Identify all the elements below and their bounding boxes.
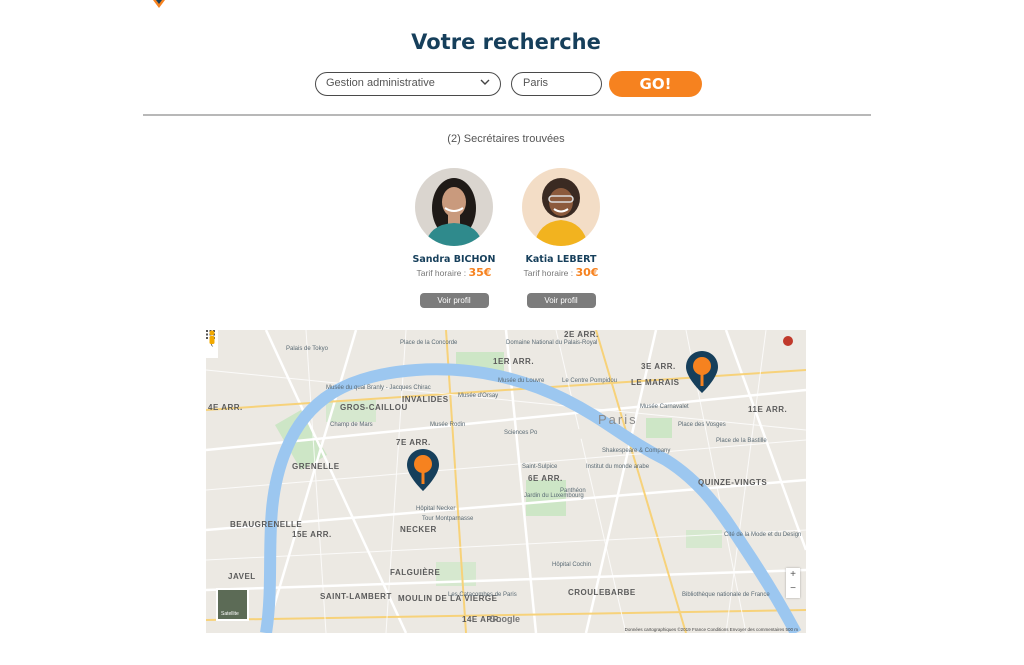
district-label: CROULEBARBE: [568, 588, 636, 597]
rate-price: 30€: [575, 266, 599, 279]
place-label: Sciences Po: [504, 430, 538, 436]
district-label: 6E ARR.: [528, 474, 563, 483]
place-label: Champ de Mars: [330, 422, 373, 428]
page-title: Votre recherche: [411, 30, 601, 54]
divider: [143, 114, 871, 116]
place-label: Palais de Tokyo: [286, 346, 328, 352]
chevron-down-icon: [480, 79, 490, 85]
satellite-toggle[interactable]: Satellite: [216, 588, 249, 621]
result-rate: Tarif horaire : 30€: [501, 266, 621, 279]
results-count: (2) Secrétaires trouvées: [447, 133, 565, 145]
zoom-in-button[interactable]: +: [786, 568, 800, 582]
place-label: Musée du Louvre: [498, 378, 545, 384]
district-label: SAINT-LAMBERT: [320, 592, 392, 601]
city-input-value: Paris: [523, 77, 549, 89]
place-label: Place de la Bastille: [716, 438, 767, 444]
place-label: Place de la Concorde: [400, 340, 458, 346]
go-button[interactable]: GO!: [609, 71, 702, 97]
place-label: Panthéon: [560, 488, 586, 494]
rate-price: 35€: [468, 266, 492, 279]
district-label: LE MARAIS: [631, 378, 680, 387]
district-label: FALGUIÈRE: [390, 568, 441, 577]
place-label: Hôpital Cochin: [552, 562, 592, 568]
rate-label: Tarif horaire :: [523, 268, 574, 278]
place-label: Shakespeare & Company: [602, 448, 671, 454]
district-label: 4E ARR.: [208, 403, 243, 412]
place-label: Le Centre Pompidou: [562, 378, 618, 384]
zoom-out-button[interactable]: −: [786, 582, 800, 596]
logo-icon[interactable]: [150, 0, 168, 8]
view-profile-button[interactable]: Voir profil: [419, 293, 489, 308]
result-card: Katia LEBERT Tarif horaire : 30€ Voir pr…: [501, 168, 621, 308]
city-input[interactable]: Paris: [511, 72, 602, 96]
result-card: Sandra BICHON Tarif horaire : 35€ Voir p…: [394, 168, 514, 308]
district-label: 2E ARR.: [564, 330, 599, 339]
district-label: NECKER: [400, 525, 437, 534]
place-label: Musée d'Orsay: [458, 393, 499, 399]
district-label: 1ER ARR.: [493, 357, 535, 366]
place-label: Musée Rodin: [430, 422, 466, 428]
district-label: INVALIDES: [402, 395, 449, 404]
place-label: Musée Carnavalet: [640, 404, 689, 410]
category-select[interactable]: Gestion administrative: [315, 72, 501, 96]
district-label: GRENELLE: [292, 462, 340, 471]
map-account-avatar[interactable]: [783, 336, 793, 346]
pegman-icon[interactable]: [206, 330, 218, 344]
map-pin-icon[interactable]: [685, 350, 719, 394]
district-label: GROS-CAILLOU: [340, 403, 408, 412]
place-label: Institut du monde arabe: [586, 464, 650, 470]
avatar[interactable]: [522, 168, 600, 246]
avatar-katia-image: [522, 168, 600, 246]
result-rate: Tarif horaire : 35€: [394, 266, 514, 279]
avatar-sandra-image: [415, 168, 493, 246]
place-label: Tour Montparnasse: [422, 516, 474, 522]
district-label: 3E ARR.: [641, 362, 676, 371]
district-label: 11E ARR.: [748, 405, 788, 414]
category-select-value: Gestion administrative: [326, 77, 435, 89]
result-name: Sandra BICHON: [412, 254, 496, 265]
place-label: Musée du quai Branly - Jacques Chirac: [326, 385, 431, 391]
district-label: JAVEL: [228, 572, 256, 581]
avatar[interactable]: [415, 168, 493, 246]
place-label: Cité de la Mode et du Design: [724, 532, 802, 538]
map-attribution: Données cartographiques ©2019 France Con…: [624, 627, 798, 632]
district-label: BEAUGRENELLE: [230, 520, 303, 529]
district-label: QUINZE-VINGTS: [698, 478, 768, 487]
zoom-control: + −: [786, 568, 800, 598]
rate-label: Tarif horaire :: [416, 268, 467, 278]
result-name: Katia LEBERT: [525, 254, 597, 265]
place-label: Bibliothèque nationale de France: [682, 592, 770, 598]
place-label: Place des Vosges: [678, 422, 726, 428]
place-label: Domaine National du Palais-Royal: [506, 340, 598, 346]
district-label: 7E ARR.: [396, 438, 431, 447]
place-label: Hôpital Necker: [416, 506, 456, 512]
district-label: 15E ARR.: [292, 530, 332, 539]
satellite-label: Satellite: [221, 611, 239, 617]
place-label: Les Catacombes de Paris: [448, 592, 517, 598]
view-profile-button[interactable]: Voir profil: [526, 293, 596, 308]
results-map[interactable]: ‹ 2E ARR. 1ER ARR. 3E ARR. LE MARAIS INV…: [206, 330, 806, 633]
place-label: Saint-Sulpice: [522, 464, 558, 470]
google-logo: Google: [489, 614, 520, 624]
city-map-label: Paris: [598, 412, 638, 427]
map-pin-icon[interactable]: [406, 448, 440, 492]
